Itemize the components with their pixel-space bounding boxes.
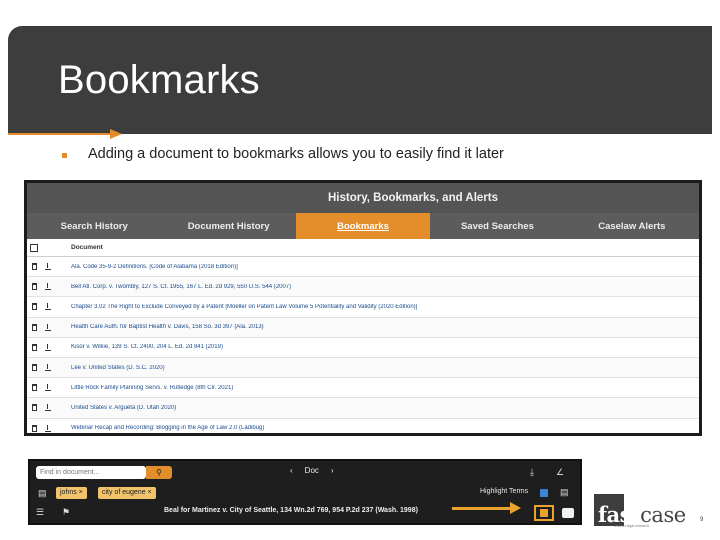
- download-icon[interactable]: [45, 343, 51, 351]
- document-link[interactable]: Chapter 3.02 The Right to Exclude Convey…: [71, 304, 417, 310]
- bullet-text: Adding a document to bookmarks allows yo…: [88, 146, 504, 162]
- document-column-header: Document: [27, 239, 699, 257]
- document-toolbar-screenshot: Find in document... ⚲ ‹ Doc › ⤓ ∠ ▤ johns …: [28, 459, 582, 525]
- document-link[interactable]: Lee v. United States (D. S.C. 2020): [71, 365, 165, 371]
- list-item[interactable]: Chapter 3.02 The Right to Exclude Convey…: [27, 297, 699, 318]
- document-link[interactable]: Bell Atl. Corp. v. Twombly, 127 S. Ct. 1…: [71, 284, 291, 290]
- select-all-icon[interactable]: [30, 243, 38, 252]
- download-icon[interactable]: [45, 384, 51, 392]
- trash-icon[interactable]: ▤: [560, 485, 569, 499]
- doc-label: Doc: [304, 466, 319, 475]
- slide-title: Bookmarks: [58, 58, 260, 102]
- highlight-terms-label: Highlight Terms: [480, 488, 529, 495]
- highlight-terms-checkbox[interactable]: [540, 489, 548, 497]
- download-icon[interactable]: [45, 404, 51, 412]
- column-header-document: Document: [71, 244, 103, 251]
- search-term-tag[interactable]: johns ×: [56, 487, 87, 499]
- document-citation: Beal for Martinez v. City of Seattle, 13…: [164, 507, 418, 514]
- trash-icon[interactable]: [31, 404, 37, 412]
- history-panel-screenshot: History, Bookmarks, and Alerts Search Hi…: [24, 180, 702, 436]
- accent-line: [8, 133, 118, 135]
- menu-icon[interactable]: ☰: [36, 505, 44, 519]
- tab-bookmarks[interactable]: Bookmarks: [295, 213, 431, 239]
- download-icon[interactable]: [45, 424, 51, 432]
- document-link[interactable]: Kisor v. Wilkie, 139 S. Ct. 2400, 204 L.…: [71, 344, 223, 350]
- download-icon[interactable]: [45, 263, 51, 271]
- list-item[interactable]: Little Rock Family Planning Servs. v. Ru…: [27, 378, 699, 399]
- list-item[interactable]: United States v. Argueta (D. Utah 2020): [27, 398, 699, 419]
- trash-icon[interactable]: [31, 283, 37, 291]
- trash-icon[interactable]: [31, 343, 37, 351]
- save-icon[interactable]: ▤: [38, 486, 47, 500]
- bookmark-list: Ala. Code 35-9-2 Definitions. [Code of A…: [27, 257, 699, 433]
- slide: Bookmarks Adding a document to bookmarks…: [0, 0, 720, 540]
- flag-icon[interactable]: ⚑: [62, 505, 70, 519]
- tab-caselaw-alerts[interactable]: Caselaw Alerts: [565, 213, 699, 239]
- bullet-icon: [62, 153, 67, 158]
- bookmark-button[interactable]: [534, 505, 554, 521]
- trash-icon[interactable]: [31, 384, 37, 392]
- prev-doc-arrow-icon[interactable]: ‹: [290, 466, 293, 475]
- list-item[interactable]: Lee v. United States (D. S.C. 2020): [27, 357, 699, 379]
- callout-arrow: [452, 507, 514, 510]
- list-item[interactable]: Health Care Auth. for Baptist Health v. …: [27, 317, 699, 338]
- history-panel-header: History, Bookmarks, and Alerts: [27, 183, 699, 213]
- list-item[interactable]: Bell Atl. Corp. v. Twombly, 127 S. Ct. 1…: [27, 277, 699, 298]
- document-link[interactable]: Ala. Code 35-9-2 Definitions. [Code of A…: [71, 264, 238, 270]
- list-item[interactable]: Webinar Recap and Recording: Blogging in…: [27, 419, 699, 434]
- search-term-tag[interactable]: city of eugene ×: [98, 487, 156, 499]
- document-link[interactable]: Webinar Recap and Recording: Blogging in…: [71, 425, 264, 431]
- download-icon[interactable]: [45, 283, 51, 291]
- history-tabs: Search History Document History Bookmark…: [27, 213, 699, 239]
- accent-arrow-icon: [110, 129, 122, 139]
- page-number: 9: [700, 517, 704, 523]
- callout-arrow-icon: [510, 502, 521, 514]
- share-icon[interactable]: ∠: [556, 465, 564, 479]
- download-icon[interactable]: [45, 323, 51, 331]
- download-icon[interactable]: [45, 303, 51, 311]
- toolbar-row-citation: ☰ ⚑ Beal for Martinez v. City of Seattle…: [30, 503, 580, 523]
- trash-icon[interactable]: [31, 263, 37, 271]
- tab-saved-searches[interactable]: Saved Searches: [430, 213, 564, 239]
- download-icon[interactable]: ⤓: [530, 465, 534, 479]
- trash-icon[interactable]: [31, 323, 37, 331]
- trash-icon[interactable]: [31, 303, 37, 311]
- tab-document-history[interactable]: Document History: [161, 213, 295, 239]
- find-in-document-input[interactable]: Find in document...: [36, 466, 146, 479]
- document-link[interactable]: Little Rock Family Planning Servs. v. Ru…: [71, 385, 233, 391]
- trash-icon[interactable]: [31, 424, 37, 432]
- tab-search-history[interactable]: Search History: [27, 213, 161, 239]
- next-doc-arrow-icon[interactable]: ›: [331, 466, 334, 475]
- toolbar-row-search: Find in document... ⚲ ‹ Doc › ⤓ ∠: [30, 463, 580, 483]
- list-item[interactable]: Ala. Code 35-9-2 Definitions. [Code of A…: [27, 257, 699, 278]
- document-link[interactable]: Health Care Auth. for Baptist Health v. …: [71, 324, 264, 330]
- list-item[interactable]: Kisor v. Wilkie, 139 S. Ct. 2400, 204 L.…: [27, 338, 699, 358]
- trash-icon[interactable]: [31, 364, 37, 372]
- find-search-button[interactable]: ⚲: [146, 466, 172, 479]
- download-icon[interactable]: [45, 364, 51, 372]
- fastcase-logo: fastcase smarter legal research: [594, 494, 686, 530]
- notes-icon[interactable]: [562, 508, 574, 518]
- toolbar-row-terms: ▤ johns × city of eugene × Highlight Ter…: [30, 483, 580, 503]
- document-link[interactable]: United States v. Argueta (D. Utah 2020): [71, 405, 176, 411]
- logo-tagline: smarter legal research: [614, 524, 649, 528]
- doc-navigation: ‹ Doc ›: [284, 466, 340, 475]
